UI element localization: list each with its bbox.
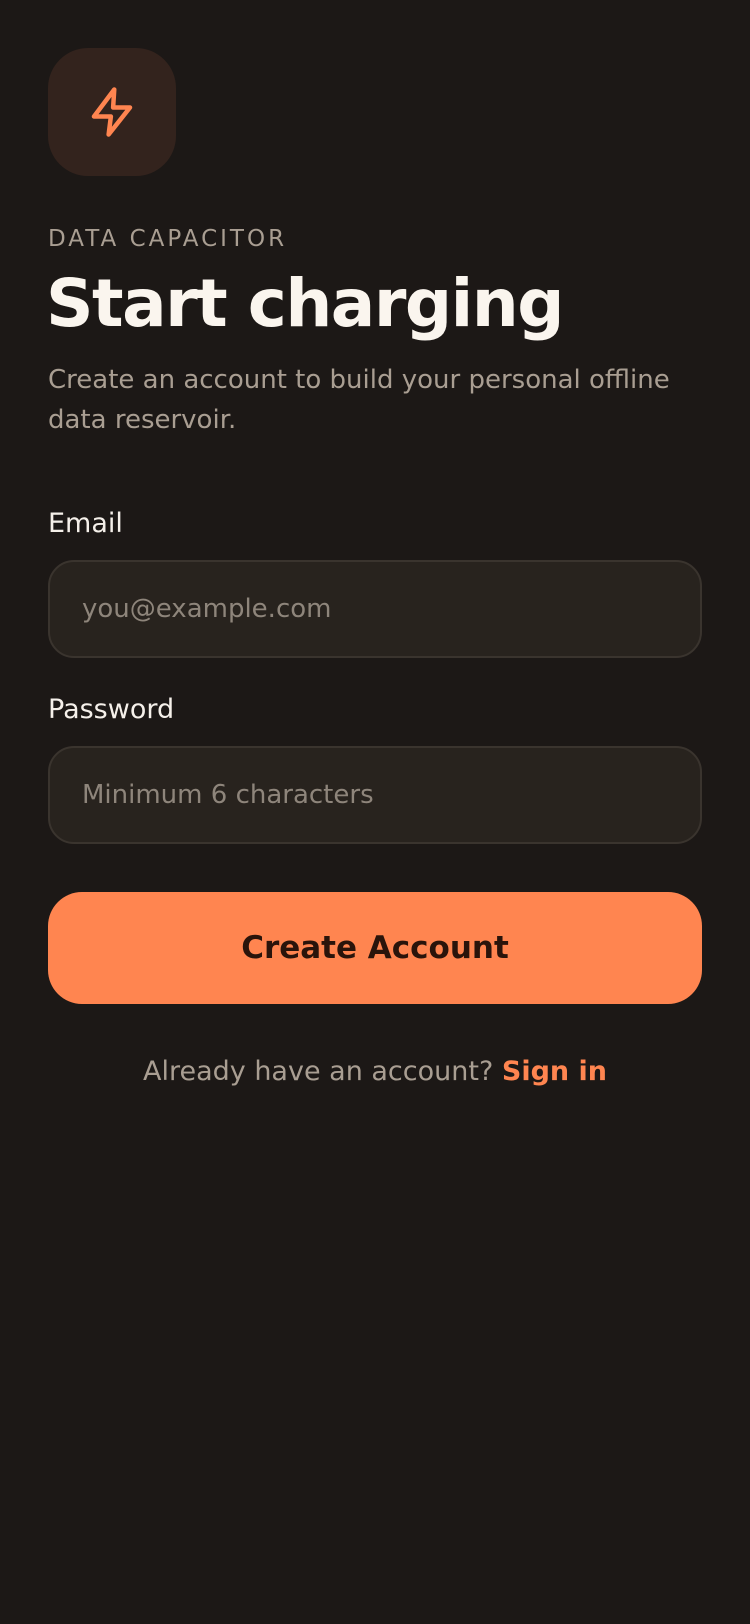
email-label: Email — [48, 508, 123, 539]
sign-in-link[interactable]: Sign in — [502, 1056, 607, 1087]
create-account-button[interactable]: Create Account — [48, 892, 702, 1004]
lightning-bolt-icon — [91, 87, 133, 137]
brand-overline: DATA CAPACITOR — [48, 226, 288, 252]
page-subtitle: Create an account to build your personal… — [48, 365, 670, 435]
password-label: Password — [48, 694, 175, 725]
signin-prompt-text: Already have an account? — [142, 1056, 502, 1087]
signin-prompt-row: Already have an account? Sign in — [0, 1052, 750, 1092]
password-field[interactable] — [48, 746, 702, 844]
page-title: Start charging — [46, 265, 565, 342]
email-field[interactable] — [48, 560, 702, 658]
app-logo — [48, 48, 176, 176]
signup-screen: DATA CAPACITOR Start charging Create an … — [0, 0, 750, 1624]
